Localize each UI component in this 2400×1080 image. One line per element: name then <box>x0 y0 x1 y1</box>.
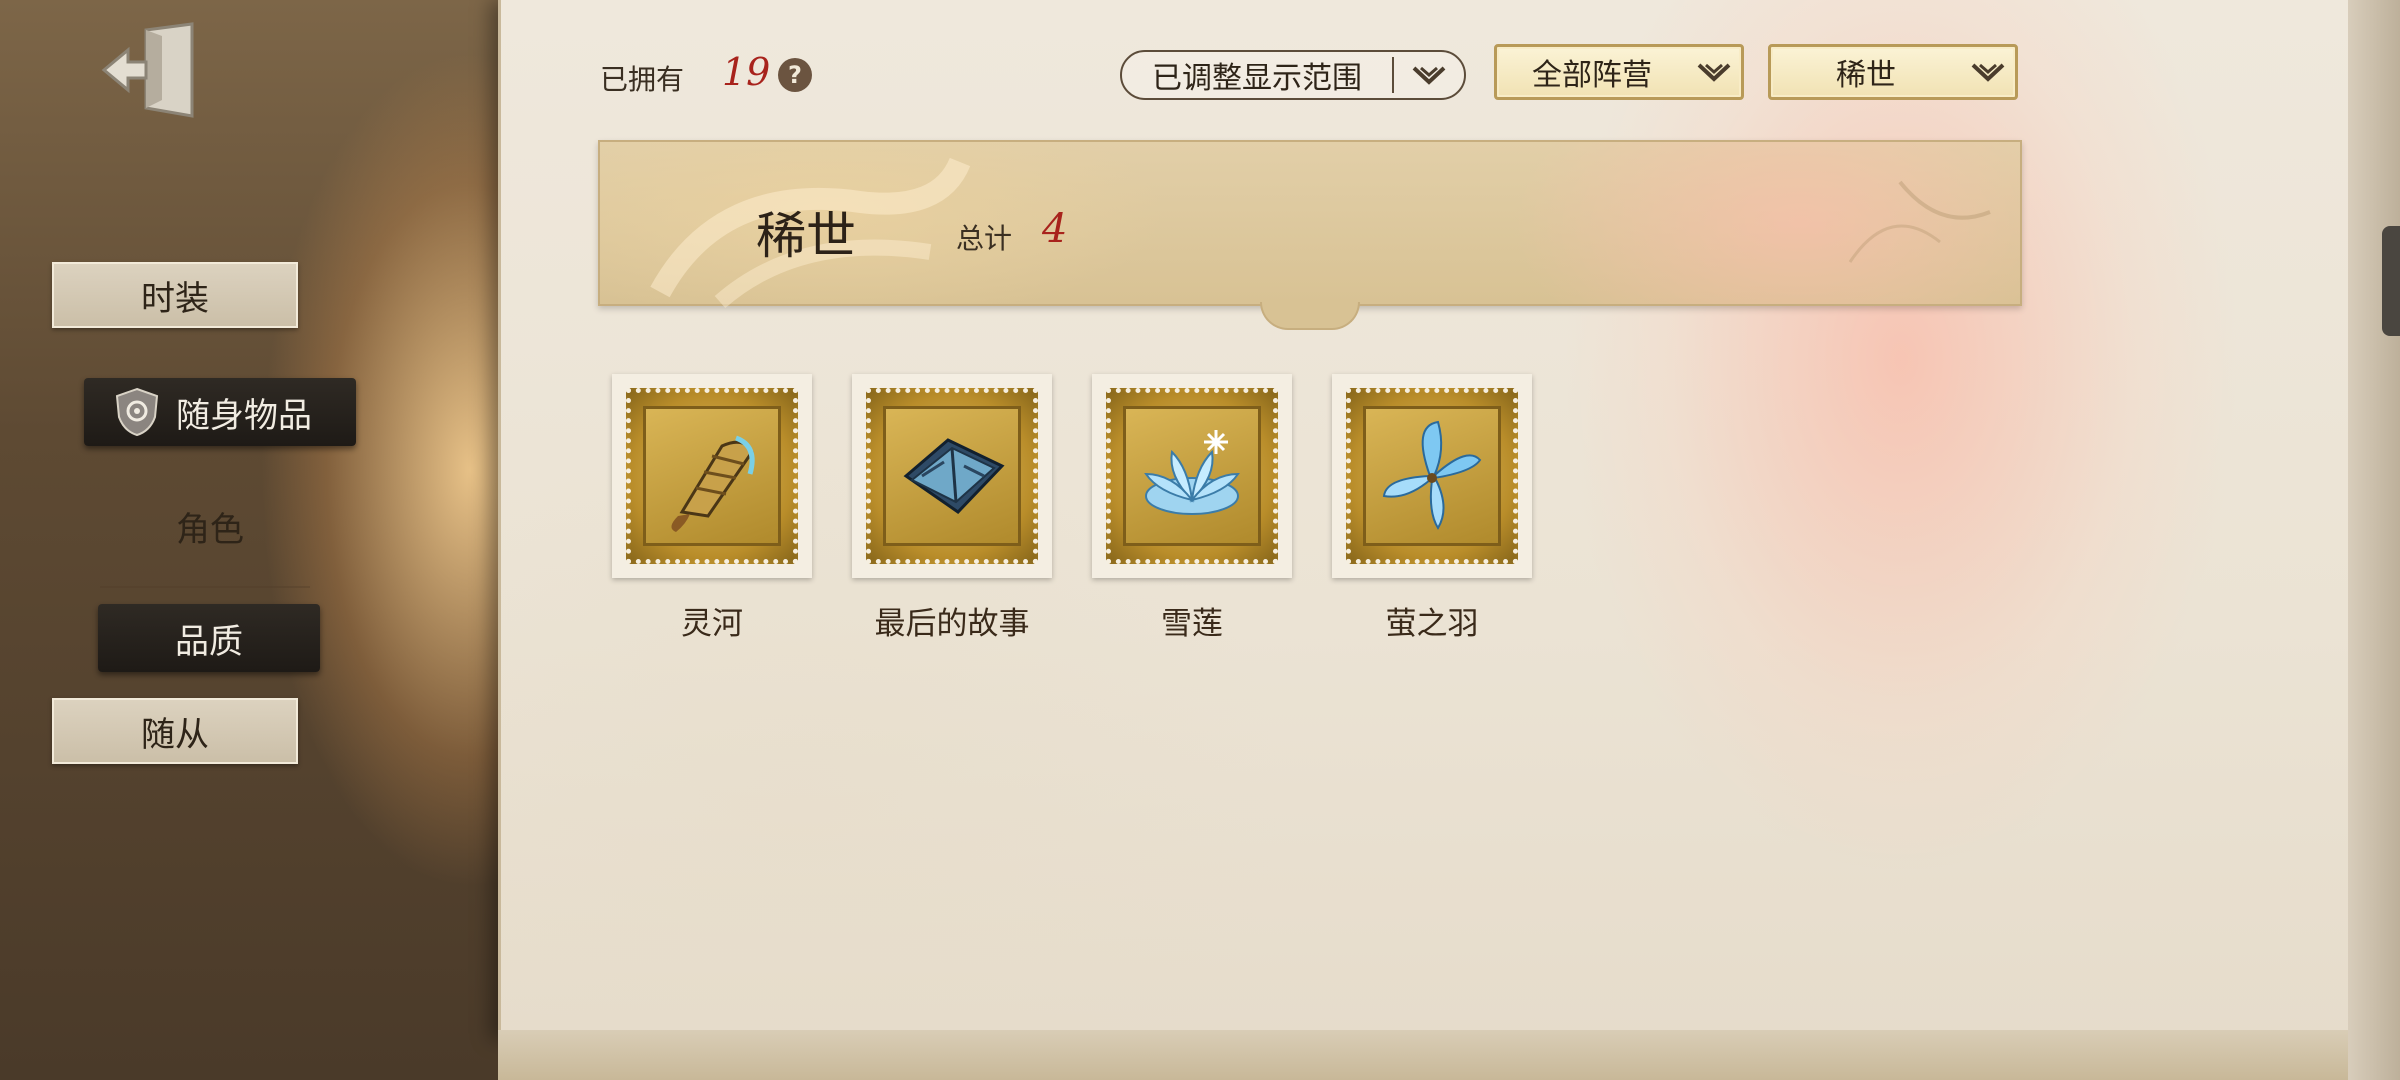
sidebar-item-character[interactable]: 角色 <box>110 496 310 556</box>
page-right-edge <box>2348 0 2400 1080</box>
category-title: 稀世 <box>756 207 856 265</box>
item-stamp <box>866 388 1038 564</box>
item-stamp <box>1106 388 1278 564</box>
help-icon-glyph: ? <box>788 61 802 89</box>
page-bottom-edge <box>498 1030 2378 1080</box>
book-icon <box>883 406 1021 546</box>
item-name: 雪莲 <box>1161 606 1223 642</box>
category-total-label: 总计 <box>956 222 1013 255</box>
lotus-icon <box>1123 406 1261 546</box>
sidebar-item-label: 随从 <box>141 714 209 755</box>
sidebar-item-label: 品质 <box>175 621 243 662</box>
owned-label: 已拥有 <box>600 63 685 96</box>
sidebar-item-follower[interactable]: 随从 <box>52 698 298 764</box>
banner-notch <box>1260 302 1360 330</box>
sidebar-item-quality[interactable]: 品质 <box>98 604 320 672</box>
faction-dropdown-label: 全部阵营 <box>1532 58 1652 93</box>
item-name: 最后的故事 <box>874 606 1030 642</box>
fan-icon <box>643 406 781 546</box>
item-stamp <box>1346 388 1518 564</box>
display-range-label: 已调整显示范围 <box>1152 61 1362 96</box>
owned-count: 19 <box>722 50 771 94</box>
item-stamp-frame <box>612 374 812 578</box>
sidebar-item-label: 时装 <box>141 278 209 319</box>
exit-icon[interactable] <box>100 22 198 122</box>
item-stamp-frame <box>852 374 1052 578</box>
sidebar-item-label: 随身物品 <box>176 395 312 436</box>
item-card[interactable]: 萤之羽 <box>1332 374 1532 643</box>
item-name: 灵河 <box>681 606 743 642</box>
rarity-dropdown[interactable]: 稀世 <box>1768 44 2018 100</box>
category-total-count: 4 <box>1042 206 1068 252</box>
faction-dropdown[interactable]: 全部阵营 <box>1494 44 1744 100</box>
item-card[interactable]: 灵河 <box>612 374 812 643</box>
item-card[interactable]: 雪莲 <box>1092 374 1292 643</box>
item-stamp-frame <box>1092 374 1292 578</box>
shield-icon <box>114 387 160 437</box>
chevron-down-icon <box>1687 61 1741 83</box>
item-card[interactable]: 最后的故事 <box>852 374 1052 643</box>
item-stamp <box>626 388 798 564</box>
sidebar-item-accessories[interactable]: 随身物品 <box>84 378 356 446</box>
sidebar-item-outfit[interactable]: 时装 <box>52 262 298 328</box>
side-tab-handle[interactable] <box>2382 226 2400 336</box>
help-icon[interactable]: ? <box>778 58 812 92</box>
sidebar-item-label: 角色 <box>176 509 244 550</box>
display-range-dropdown[interactable]: 已调整显示范围 <box>1120 50 1466 100</box>
rarity-dropdown-label: 稀世 <box>1836 58 1896 93</box>
item-name: 萤之羽 <box>1385 606 1479 642</box>
sidebar-divider <box>100 586 310 588</box>
item-stamp-frame <box>1332 374 1532 578</box>
chevron-down-icon <box>1394 64 1464 86</box>
butterfly-icon <box>1363 406 1501 546</box>
chevron-down-icon <box>1961 61 2015 83</box>
